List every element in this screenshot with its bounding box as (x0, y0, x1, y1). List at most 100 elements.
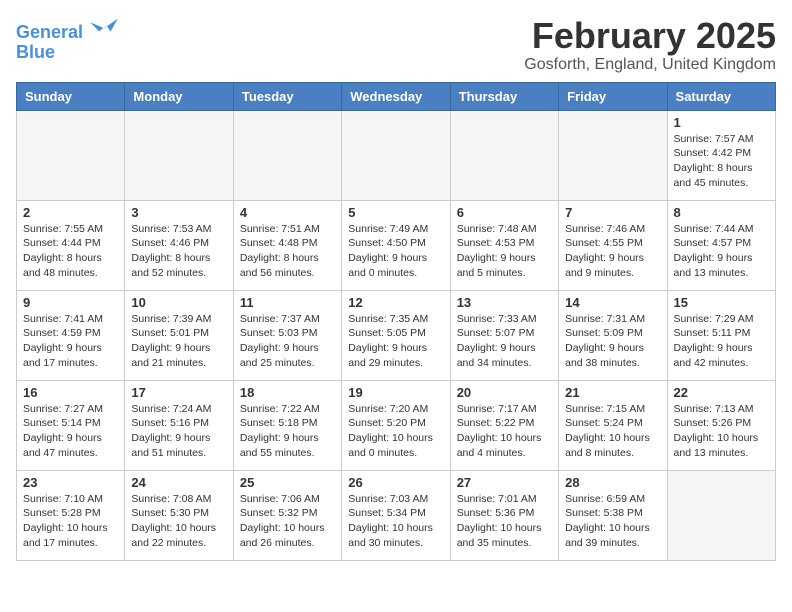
day-info: Sunrise: 7:27 AM Sunset: 5:14 PM Dayligh… (23, 402, 118, 461)
calendar-cell: 13Sunrise: 7:33 AM Sunset: 5:07 PM Dayli… (450, 290, 558, 380)
day-number: 10 (131, 295, 226, 310)
day-info: Sunrise: 6:59 AM Sunset: 5:38 PM Dayligh… (565, 492, 660, 551)
logo-bird-icon (90, 14, 118, 36)
week-row-1: 1 Sunrise: 7:57 AM Sunset: 4:42 PM Daylig… (17, 110, 776, 200)
day-info: Sunrise: 7:10 AM Sunset: 5:28 PM Dayligh… (23, 492, 118, 551)
day-info: Sunrise: 7:44 AM Sunset: 4:57 PM Dayligh… (674, 222, 769, 281)
calendar-cell: 1 Sunrise: 7:57 AM Sunset: 4:42 PM Daylig… (667, 110, 775, 200)
day-number: 3 (131, 205, 226, 220)
day-number: 11 (240, 295, 335, 310)
weekday-header-tuesday: Tuesday (233, 82, 341, 110)
day-info: Sunrise: 7:57 AM Sunset: 4:42 PM Dayligh… (674, 132, 769, 191)
week-row-3: 9 Sunrise: 7:41 AM Sunset: 4:59 PM Daylig… (17, 290, 776, 380)
calendar-cell: 24 Sunrise: 7:08 AM Sunset: 5:30 PM Dayli… (125, 470, 233, 560)
calendar-cell: 22 Sunrise: 7:13 AM Sunset: 5:26 PM Dayli… (667, 380, 775, 470)
day-info: Sunrise: 7:46 AM Sunset: 4:55 PM Dayligh… (565, 222, 660, 281)
calendar-cell: 21 Sunrise: 7:15 AM Sunset: 5:24 PM Dayli… (559, 380, 667, 470)
calendar-cell: 15 Sunrise: 7:29 AM Sunset: 5:11 PM Dayli… (667, 290, 775, 380)
day-number: 23 (23, 475, 118, 490)
calendar-cell (667, 470, 775, 560)
day-info: Sunrise: 7:13 AM Sunset: 5:26 PM Dayligh… (674, 402, 769, 461)
day-info: Sunrise: 7:29 AM Sunset: 5:11 PM Dayligh… (674, 312, 769, 371)
day-number: 24 (131, 475, 226, 490)
calendar-title: February 2025 (524, 16, 776, 56)
day-number: 14 (565, 295, 660, 310)
calendar-cell: 7 Sunrise: 7:46 AM Sunset: 4:55 PM Daylig… (559, 200, 667, 290)
day-info: Sunrise: 7:01 AM Sunset: 5:36 PM Dayligh… (457, 492, 552, 551)
day-info: Sunrise: 7:22 AM Sunset: 5:18 PM Dayligh… (240, 402, 335, 461)
day-number: 7 (565, 205, 660, 220)
calendar-cell: 17 Sunrise: 7:24 AM Sunset: 5:16 PM Dayli… (125, 380, 233, 470)
calendar-cell: 14 Sunrise: 7:31 AM Sunset: 5:09 PM Dayli… (559, 290, 667, 380)
day-number: 21 (565, 385, 660, 400)
calendar-cell (17, 110, 125, 200)
page-header: General Blue February 2025 Gosforth, Eng… (16, 16, 776, 74)
calendar-cell: 20 Sunrise: 7:17 AM Sunset: 5:22 PM Dayli… (450, 380, 558, 470)
day-number: 27 (457, 475, 552, 490)
calendar-table: SundayMondayTuesdayWednesdayThursdayFrid… (16, 82, 776, 561)
day-info: Sunrise: 7:48 AM Sunset: 4:53 PM Dayligh… (457, 222, 552, 281)
weekday-header-sunday: Sunday (17, 82, 125, 110)
week-row-5: 23 Sunrise: 7:10 AM Sunset: 5:28 PM Dayli… (17, 470, 776, 560)
day-info: Sunrise: 7:51 AM Sunset: 4:48 PM Dayligh… (240, 222, 335, 281)
day-number: 15 (674, 295, 769, 310)
day-info: Sunrise: 7:15 AM Sunset: 5:24 PM Dayligh… (565, 402, 660, 461)
day-number: 9 (23, 295, 118, 310)
calendar-cell: 8 Sunrise: 7:44 AM Sunset: 4:57 PM Daylig… (667, 200, 775, 290)
calendar-cell: 5 Sunrise: 7:49 AM Sunset: 4:50 PM Daylig… (342, 200, 450, 290)
day-info: Sunrise: 7:39 AM Sunset: 5:01 PM Dayligh… (131, 312, 226, 371)
calendar-cell: 11 Sunrise: 7:37 AM Sunset: 5:03 PM Dayli… (233, 290, 341, 380)
calendar-cell: 3Sunrise: 7:53 AM Sunset: 4:46 PM Daylig… (125, 200, 233, 290)
calendar-cell: 10 Sunrise: 7:39 AM Sunset: 5:01 PM Dayli… (125, 290, 233, 380)
day-number: 25 (240, 475, 335, 490)
logo-blue: Blue (16, 43, 55, 63)
day-number: 2 (23, 205, 118, 220)
calendar-cell: 6Sunrise: 7:48 AM Sunset: 4:53 PM Daylig… (450, 200, 558, 290)
day-info: Sunrise: 7:08 AM Sunset: 5:30 PM Dayligh… (131, 492, 226, 551)
logo-text: General (16, 16, 118, 43)
calendar-cell (125, 110, 233, 200)
day-number: 20 (457, 385, 552, 400)
week-row-2: 2 Sunrise: 7:55 AM Sunset: 4:44 PM Daylig… (17, 200, 776, 290)
day-number: 16 (23, 385, 118, 400)
day-info: Sunrise: 7:03 AM Sunset: 5:34 PM Dayligh… (348, 492, 443, 551)
day-number: 19 (348, 385, 443, 400)
day-number: 22 (674, 385, 769, 400)
day-number: 8 (674, 205, 769, 220)
day-info: Sunrise: 7:49 AM Sunset: 4:50 PM Dayligh… (348, 222, 443, 281)
weekday-header-row: SundayMondayTuesdayWednesdayThursdayFrid… (17, 82, 776, 110)
day-info: Sunrise: 7:55 AM Sunset: 4:44 PM Dayligh… (23, 222, 118, 281)
weekday-header-thursday: Thursday (450, 82, 558, 110)
calendar-cell: 28Sunrise: 6:59 AM Sunset: 5:38 PM Dayli… (559, 470, 667, 560)
day-number: 4 (240, 205, 335, 220)
day-info: Sunrise: 7:06 AM Sunset: 5:32 PM Dayligh… (240, 492, 335, 551)
calendar-cell: 2 Sunrise: 7:55 AM Sunset: 4:44 PM Daylig… (17, 200, 125, 290)
calendar-cell (450, 110, 558, 200)
day-number: 13 (457, 295, 552, 310)
day-number: 18 (240, 385, 335, 400)
day-info: Sunrise: 7:41 AM Sunset: 4:59 PM Dayligh… (23, 312, 118, 371)
title-section: February 2025 Gosforth, England, United … (524, 16, 776, 74)
weekday-header-saturday: Saturday (667, 82, 775, 110)
calendar-cell: 23 Sunrise: 7:10 AM Sunset: 5:28 PM Dayli… (17, 470, 125, 560)
day-number: 5 (348, 205, 443, 220)
calendar-cell: 25 Sunrise: 7:06 AM Sunset: 5:32 PM Dayli… (233, 470, 341, 560)
day-info: Sunrise: 7:17 AM Sunset: 5:22 PM Dayligh… (457, 402, 552, 461)
weekday-header-friday: Friday (559, 82, 667, 110)
day-number: 17 (131, 385, 226, 400)
calendar-cell: 4 Sunrise: 7:51 AM Sunset: 4:48 PM Daylig… (233, 200, 341, 290)
calendar-cell (233, 110, 341, 200)
calendar-subtitle: Gosforth, England, United Kingdom (524, 56, 776, 74)
weekday-header-monday: Monday (125, 82, 233, 110)
week-row-4: 16 Sunrise: 7:27 AM Sunset: 5:14 PM Dayli… (17, 380, 776, 470)
calendar-cell: 26 Sunrise: 7:03 AM Sunset: 5:34 PM Dayli… (342, 470, 450, 560)
day-info: Sunrise: 7:37 AM Sunset: 5:03 PM Dayligh… (240, 312, 335, 371)
calendar-cell (559, 110, 667, 200)
day-info: Sunrise: 7:24 AM Sunset: 5:16 PM Dayligh… (131, 402, 226, 461)
day-number: 1 (674, 115, 769, 130)
calendar-cell: 19Sunrise: 7:20 AM Sunset: 5:20 PM Dayli… (342, 380, 450, 470)
day-number: 26 (348, 475, 443, 490)
calendar-cell: 9 Sunrise: 7:41 AM Sunset: 4:59 PM Daylig… (17, 290, 125, 380)
logo-general: General (16, 22, 83, 42)
day-info: Sunrise: 7:31 AM Sunset: 5:09 PM Dayligh… (565, 312, 660, 371)
